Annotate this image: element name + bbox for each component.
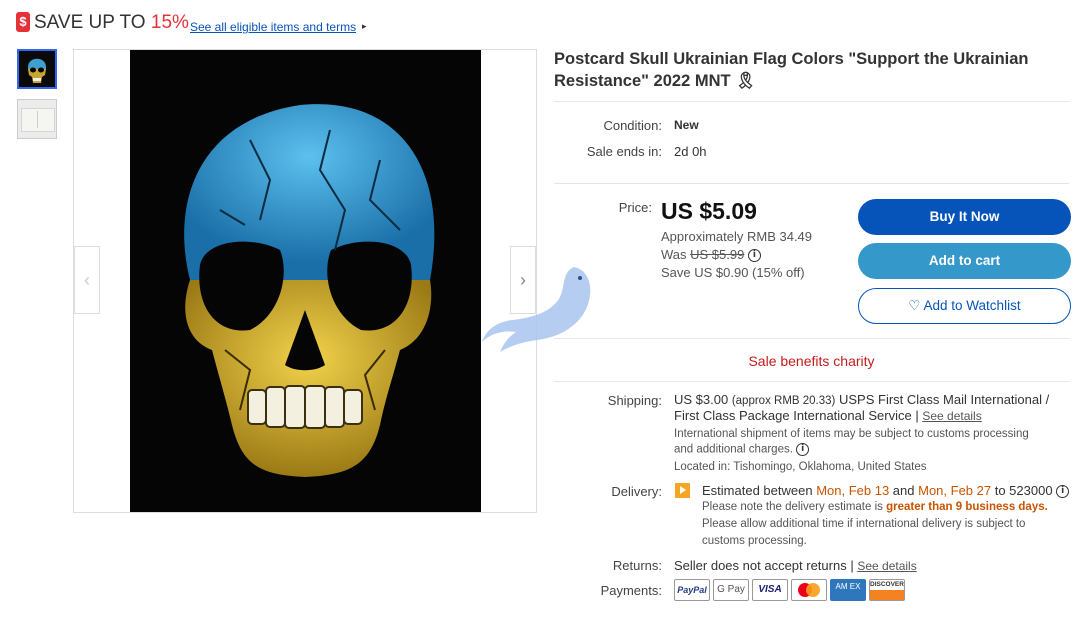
delivery-suffix: to 523000 — [991, 483, 1053, 498]
delivery-note-prefix: Please note the delivery estimate is — [702, 501, 887, 513]
divider — [554, 183, 1069, 184]
shipping-approx: (approx RMB 20.33) — [731, 395, 836, 407]
amex-icon: AM EX — [830, 579, 866, 601]
returns-label: Returns: — [612, 558, 662, 573]
previous-image-button[interactable]: ‹ — [74, 246, 100, 314]
skull-illustration — [130, 50, 481, 512]
returns-value: Seller does not accept returns | See det… — [674, 558, 917, 573]
delivery-estimate: Estimated between Mon, Feb 13 and Mon, F… — [702, 483, 1070, 499]
condition-label: Condition: — [603, 118, 662, 133]
price-value: US $5.09 — [661, 198, 757, 224]
charity-notice: Sale benefits charity — [748, 353, 875, 369]
thumbnail-skull[interactable] — [17, 49, 57, 89]
heart-icon: ♡ — [908, 298, 921, 313]
skull-thumbnail-image — [19, 51, 55, 87]
delivery-date-start: Mon, Feb 13 — [816, 483, 890, 498]
promo-headline: SAVE UP TO 15% — [34, 12, 189, 34]
shipping-service-2: First Class Package International Servic… — [674, 408, 919, 423]
main-image-viewer[interactable]: ‹ › — [73, 49, 537, 513]
sale-ends-label: Sale ends in: — [586, 144, 662, 159]
savings-text: Save US $0.90 (15% off) — [661, 265, 805, 280]
google-pay-icon: G Pay — [713, 579, 749, 601]
was-value: US $5.99 — [690, 247, 745, 262]
watchlist-label: Add to Watchlist — [923, 298, 1021, 313]
mastercard-logo — [798, 583, 820, 597]
promo-percent: 15% — [150, 12, 189, 33]
postcard-back-image — [21, 108, 55, 132]
promo-arrow-icon: ▸ — [362, 21, 367, 31]
customs-note-1: International shipment of items may be s… — [674, 428, 1029, 440]
visa-icon: VISA — [752, 579, 788, 601]
info-icon[interactable]: i — [796, 443, 810, 456]
delivery-note-1: Please note the delivery estimate is gre… — [702, 501, 1048, 513]
buy-it-now-button[interactable]: Buy It Now — [858, 199, 1071, 235]
add-to-watchlist-button[interactable]: ♡ Add to Watchlist — [858, 288, 1071, 324]
shipping-label: Shipping: — [607, 393, 662, 408]
was-label: Was — [661, 247, 691, 262]
was-price: Was US $5.99 i — [661, 247, 761, 263]
approx-price: Approximately RMB 34.49 — [661, 229, 813, 244]
seal-mascot-watermark — [482, 267, 591, 352]
shipping-line2: First Class Package International Servic… — [674, 408, 982, 423]
shipping-line1: US $3.00 (approx RMB 20.33) USPS First C… — [674, 392, 1049, 407]
delivery-label: Delivery: — [611, 484, 662, 499]
shipping-see-details-link[interactable]: See details — [922, 409, 981, 423]
returns-text: Seller does not accept returns | — [674, 558, 854, 573]
customs-note-2-text: and additional charges. — [674, 443, 793, 456]
delivery-flag-icon — [675, 483, 690, 498]
mastercard-icon — [791, 579, 827, 601]
condition-value: New — [674, 118, 699, 132]
skull-image — [130, 50, 481, 512]
delivery-date-end: Mon, Feb 27 — [918, 483, 992, 498]
promo-terms-link[interactable]: See all eligible items and terms — [190, 20, 356, 34]
shipping-service: USPS First Class Mail International / — [839, 392, 1050, 407]
delivery-note-3: customs processing. — [702, 535, 807, 547]
returns-see-details-link[interactable]: See details — [857, 559, 916, 573]
delivery-and: and — [889, 483, 919, 498]
price-label: Price: — [618, 200, 652, 215]
item-location: Located in: Tishomingo, Oklahoma, United… — [674, 461, 927, 473]
divider — [554, 381, 1069, 382]
customs-note-2: and additional charges. i — [674, 443, 810, 456]
promo-save-text: SAVE UP TO — [34, 12, 151, 33]
thumbnail-postcard-back[interactable] — [17, 99, 57, 139]
add-to-cart-button[interactable]: Add to cart — [858, 243, 1071, 279]
discover-icon: DISCOVER — [869, 579, 905, 601]
info-icon[interactable]: i — [747, 249, 761, 263]
info-icon[interactable]: i — [1056, 485, 1070, 499]
delivery-note-emphasis: greater than 9 business days. — [886, 501, 1048, 513]
delivery-prefix: Estimated between — [702, 483, 817, 498]
item-title: Postcard Skull Ukrainian Flag Colors "Su… — [554, 50, 1029, 90]
delivery-note-2: Please allow additional time if internat… — [702, 518, 1026, 530]
sale-ends-value: 2d 0h — [674, 144, 707, 159]
divider — [554, 338, 1069, 339]
payments-label: Payments: — [600, 583, 662, 598]
sale-tag-icon: $ — [16, 12, 30, 32]
paypal-icon: PayPal — [674, 579, 710, 601]
shipping-price: US $3.00 — [674, 392, 729, 407]
divider — [554, 101, 1069, 102]
